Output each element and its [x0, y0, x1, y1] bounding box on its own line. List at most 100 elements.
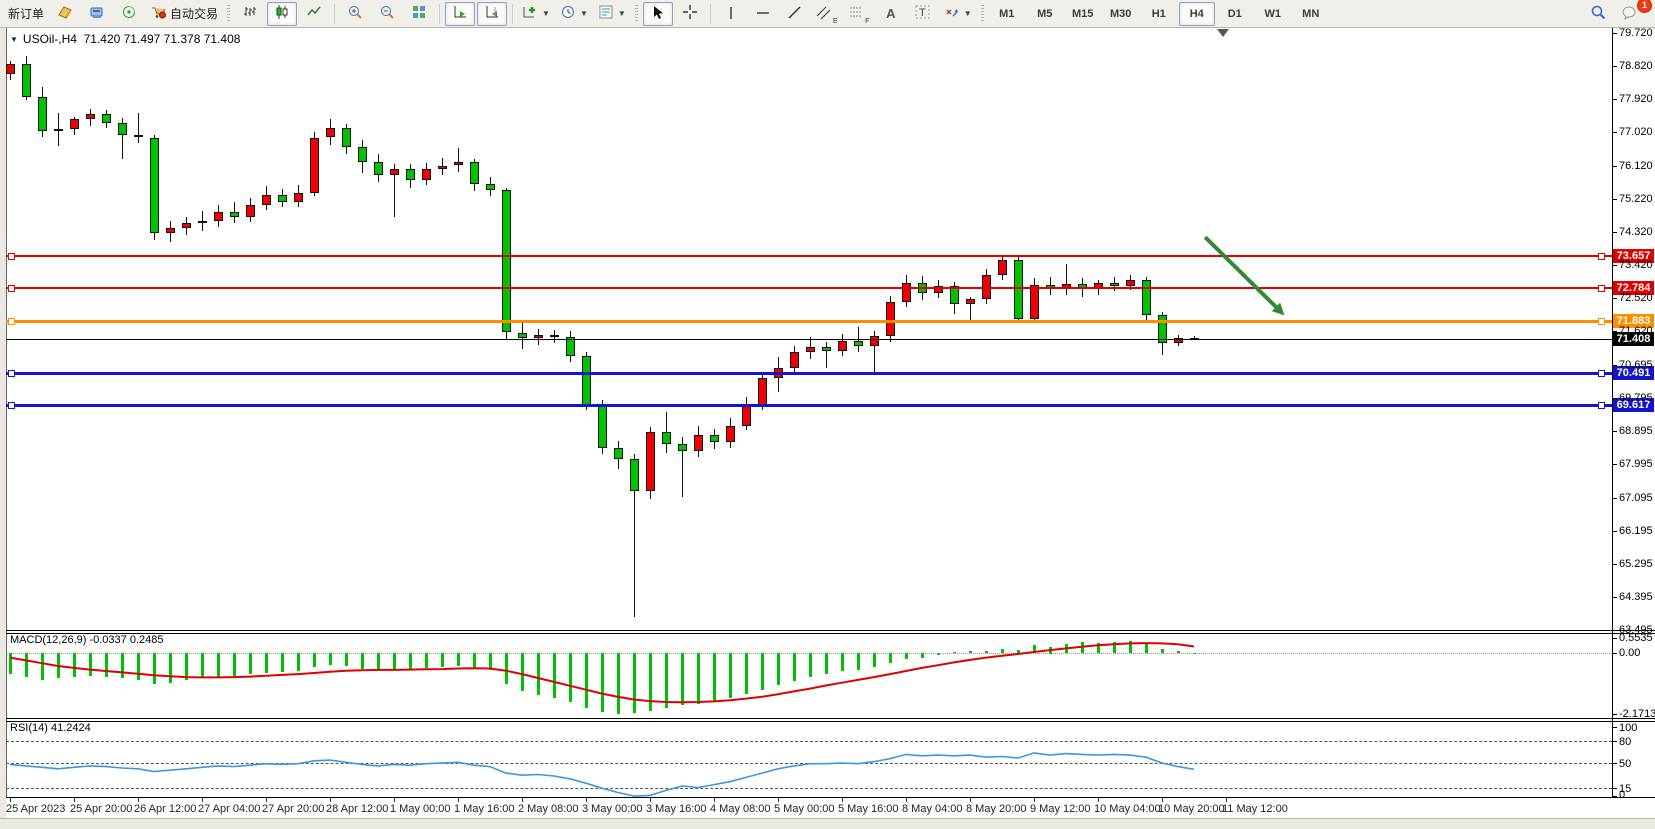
price-tick-label: 74.320 — [1619, 226, 1653, 238]
axis-tick — [1612, 741, 1617, 742]
periods-button[interactable]: ▼ — [556, 2, 592, 26]
arrows-button[interactable]: ▼ — [940, 2, 976, 26]
date-axis-tick — [74, 798, 75, 802]
macd-histogram-bar — [217, 653, 220, 677]
timeframe-w1-button[interactable]: W1 — [1255, 2, 1291, 26]
timeframe-d1-button[interactable]: D1 — [1217, 2, 1253, 26]
candle-body — [742, 405, 751, 426]
toolbar-separator — [439, 4, 440, 24]
line-handle[interactable] — [8, 402, 15, 409]
macd-histogram-bar — [249, 653, 252, 674]
macd-histogram-bar — [1177, 651, 1180, 653]
candle-wick — [458, 148, 459, 172]
axis-tick — [1612, 597, 1617, 598]
line-handle[interactable] — [1598, 402, 1605, 409]
auto-trading-cart-icon — [150, 4, 167, 23]
price-tick-label: 66.195 — [1619, 525, 1653, 537]
price-tick-label: 64.395 — [1619, 591, 1653, 603]
line-handle[interactable] — [1598, 318, 1605, 325]
tile-windows-button[interactable] — [404, 2, 434, 26]
data-window-button[interactable] — [114, 2, 144, 26]
axis-tick — [1612, 638, 1617, 639]
axis-tick — [1612, 564, 1617, 565]
indicators-button[interactable]: ▼ — [518, 2, 554, 26]
macd-histogram-bar — [1049, 647, 1052, 654]
line-handle[interactable] — [8, 253, 15, 260]
cursor-button[interactable] — [643, 2, 673, 26]
macd-histogram-bar — [425, 653, 428, 668]
profiles-button[interactable] — [82, 2, 112, 26]
auto-scroll-button[interactable] — [445, 2, 475, 26]
rsi-level-line — [6, 788, 1612, 789]
rsi-tick-label: 0 — [1619, 789, 1625, 801]
new-order-button[interactable]: 新订单 — [4, 2, 48, 26]
horizontal-line[interactable] — [6, 404, 1612, 407]
chart-shift-icon — [484, 4, 500, 23]
macd-histogram-bar — [345, 653, 348, 666]
line-handle[interactable] — [1598, 370, 1605, 377]
macd-histogram-bar — [601, 653, 604, 712]
profiles-icon — [89, 4, 105, 23]
horizontal-line[interactable] — [6, 255, 1612, 257]
line-chart-button[interactable] — [299, 2, 329, 26]
timeframe-mn-button[interactable]: MN — [1293, 2, 1329, 26]
line-handle[interactable] — [1598, 253, 1605, 260]
line-handle[interactable] — [8, 318, 15, 325]
macd-histogram-bar — [745, 653, 748, 693]
equidistant-channel-button[interactable]: E — [812, 2, 842, 26]
crosshair-button[interactable] — [675, 2, 705, 26]
date-label: 25 Apr 20:00 — [70, 803, 132, 815]
date-label: 3 May 00:00 — [582, 803, 643, 815]
search-button[interactable] — [1583, 2, 1613, 26]
axis-tick — [1612, 66, 1617, 67]
current-price[interactable] — [6, 339, 1612, 340]
toolbar-grip — [227, 5, 230, 23]
templates-button[interactable]: ▼ — [594, 2, 630, 26]
macd-histogram-bar — [9, 653, 12, 674]
zoom-out-button[interactable] — [372, 2, 402, 26]
date-axis-tick — [522, 798, 523, 802]
timeframe-h4-button[interactable]: H4 — [1179, 2, 1215, 26]
line-chart-icon — [306, 4, 322, 23]
candle-body — [422, 169, 431, 180]
timeframe-m1-button[interactable]: M1 — [989, 2, 1025, 26]
horizontal-line[interactable] — [6, 372, 1612, 375]
macd-histogram-bar — [297, 653, 300, 670]
chart-shift-button[interactable] — [477, 2, 507, 26]
vertical-line-button[interactable] — [716, 2, 746, 26]
fibonacci-button[interactable]: F — [844, 2, 874, 26]
horizontal-line-button[interactable] — [748, 2, 778, 26]
macd-histogram-bar — [857, 653, 860, 670]
notifications-button[interactable]: 1 — [1615, 2, 1645, 26]
macd-histogram-bar — [457, 653, 460, 666]
text-button[interactable]: A — [876, 2, 906, 26]
text-label-button[interactable]: T — [908, 2, 938, 26]
macd-histogram-bar — [569, 653, 572, 702]
timeframe-m30-button[interactable]: M30 — [1103, 2, 1139, 26]
horizontal-line-icon — [755, 6, 771, 22]
auto-trading-button[interactable]: 自动交易 — [146, 2, 222, 26]
timeframe-m5-button[interactable]: M5 — [1027, 2, 1063, 26]
date-axis-tick — [266, 798, 267, 802]
timeframe-m15-button[interactable]: M15 — [1065, 2, 1101, 26]
trendline-button[interactable] — [780, 2, 810, 26]
zoom-in-button[interactable] — [340, 2, 370, 26]
timeframe-h1-button[interactable]: H1 — [1141, 2, 1177, 26]
horizontal-line[interactable] — [6, 320, 1612, 323]
macd-histogram-bar — [121, 653, 124, 678]
line-handle[interactable] — [1598, 285, 1605, 292]
date-label: 5 May 00:00 — [774, 803, 835, 815]
candle-body — [262, 195, 271, 205]
macd-histogram-bar — [153, 653, 156, 684]
new-chart-button[interactable] — [50, 2, 80, 26]
macd-histogram-bar — [617, 653, 620, 714]
macd-histogram-bar — [361, 653, 364, 668]
toolbar-separator — [334, 4, 335, 24]
zoom-out-icon — [379, 4, 395, 23]
horizontal-line[interactable] — [6, 287, 1612, 289]
bar-chart-button[interactable] — [235, 2, 265, 26]
candlestick-button[interactable] — [267, 2, 297, 26]
line-handle[interactable] — [8, 370, 15, 377]
candle-body — [966, 299, 975, 304]
line-handle[interactable] — [8, 285, 15, 292]
